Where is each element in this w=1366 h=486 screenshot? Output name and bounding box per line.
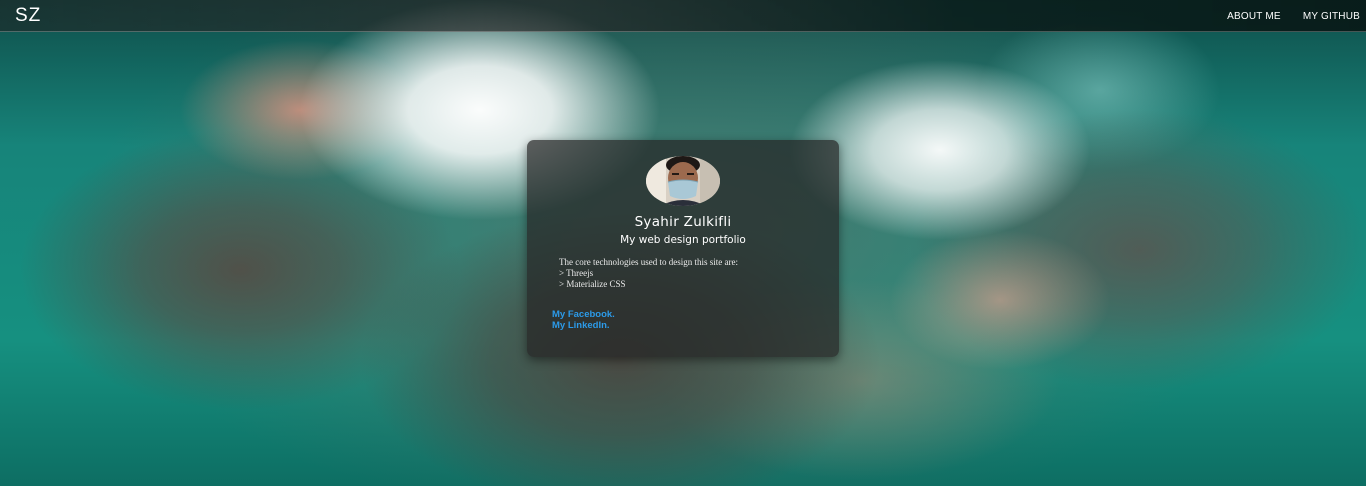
nebula-background: SZ ABOUT ME MY GITHUB Syahir Zulkifli My…	[0, 0, 1366, 486]
nav-link-about-me[interactable]: ABOUT ME	[1227, 11, 1281, 22]
tech-list: The core technologies used to design thi…	[559, 257, 738, 290]
tech-item-materialize: > Materialize CSS	[559, 279, 626, 289]
linkedin-link[interactable]: My LinkedIn.	[552, 320, 615, 331]
brand-logo[interactable]: SZ	[15, 5, 41, 27]
avatar	[646, 156, 720, 206]
nav-link-my-github[interactable]: MY GITHUB	[1303, 11, 1360, 22]
facebook-link[interactable]: My Facebook.	[552, 309, 615, 320]
avatar-photo-icon	[646, 156, 720, 206]
nav-links: ABOUT ME MY GITHUB	[1205, 0, 1360, 32]
profile-name: Syahir Zulkifli	[634, 214, 732, 230]
profile-card: Syahir Zulkifli My web design portfolio …	[527, 140, 839, 357]
tech-item-threejs: > Threejs	[559, 268, 594, 278]
profile-subtitle: My web design portfolio	[620, 234, 746, 246]
tech-intro: The core technologies used to design thi…	[559, 257, 738, 267]
top-navbar: SZ ABOUT ME MY GITHUB	[0, 0, 1366, 32]
social-links: My Facebook. My LinkedIn.	[552, 309, 615, 331]
